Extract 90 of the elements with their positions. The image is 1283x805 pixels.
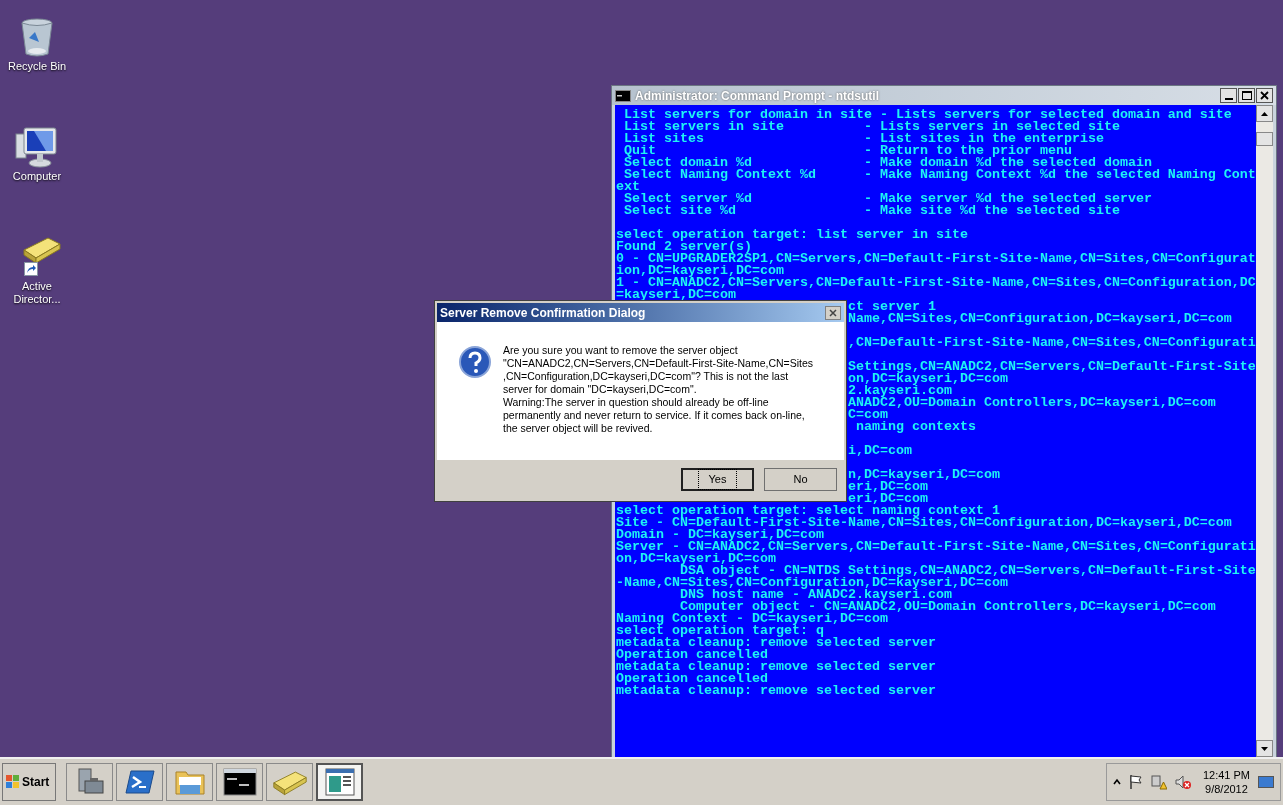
console-line: Domain - DC=kayseri,DC=com — [616, 529, 824, 541]
console-line: Operation cancelled — [616, 649, 768, 661]
console-line: -Name,CN=Sites,CN=Configuration,DC=kayseri,DC=com — [616, 577, 1008, 589]
maximize-button[interactable] — [1238, 88, 1255, 103]
window-icon — [324, 768, 355, 796]
console-line: Found 2 server(s) — [616, 241, 752, 253]
console-line: Select Naming Context %d - Make Naming Context %d the selected Naming Cont — [624, 169, 1256, 181]
minimize-button[interactable] — [1220, 88, 1237, 103]
terminal-prompt-icon — [124, 768, 155, 796]
question-icon — [459, 346, 491, 378]
console-line: 2.kayseri.com — [847, 385, 952, 397]
console-line: Name,CN=Sites,CN=Configuration,DC=kayseri,DC=com — [847, 313, 1232, 325]
console-line: ,CN=Default-First-Site-Name,CN=Sites,CN=Configurati — [847, 337, 1256, 349]
dialog-message: the server object will be revived. — [503, 422, 654, 435]
speaker-muted-icon[interactable] — [1174, 774, 1191, 790]
console-line: ct server 1 — [847, 301, 936, 313]
recycle-bin-icon — [19, 18, 55, 58]
scroll-up-icon — [1261, 111, 1268, 116]
dialog-message: ,CN=Configuration,DC=kayseri,DC=com"? This is not the last — [503, 370, 790, 383]
console-line: List servers for domain in site - Lists servers for selected domain and site — [623, 109, 1232, 121]
command-prompt-icon — [615, 89, 631, 102]
close-icon — [829, 308, 837, 317]
console-line: ion,DC=kayseri,DC=com — [616, 265, 784, 277]
console-line: Site - CN=Default-First-Site-Name,CN=Sites,CN=Configuration,DC=kayseri,DC=com — [616, 517, 1232, 529]
dialog-button[interactable]: Yes — [681, 468, 754, 491]
console-line: DNS host name - ANADC2.kayseri.com — [680, 589, 952, 601]
clock-date[interactable]: 9/8/2012 — [1205, 782, 1248, 796]
dialog-message: Warning:The server in question should already be off-line — [503, 396, 770, 409]
console-line: 1 - CN=ANADC2,CN=Servers,CN=Default-First-Site-Name,CN=Sites,CN=Configuration,DC — [616, 277, 1256, 289]
dialog-message: server for domain "DC=kayseri,DC=com". — [503, 383, 698, 396]
dialog-message: Are you sure you want to remove the server object — [503, 344, 739, 357]
scrollbar[interactable] — [1256, 105, 1273, 757]
scroll-thumb[interactable] — [1256, 132, 1273, 146]
scroll-down-icon — [1261, 746, 1268, 751]
chevron-up-icon[interactable] — [1112, 778, 1121, 786]
flag-icon[interactable] — [1128, 774, 1143, 790]
console-line: select operation target: list server in site — [616, 229, 968, 241]
minimize-icon — [1224, 98, 1233, 100]
close-button[interactable] — [1256, 88, 1273, 103]
console-line: Server - CN=ANADC2,CN=Servers,CN=Default-First-Site-Name,CN=Sites,CN=Configurati — [616, 541, 1256, 553]
console-line: on,DC=kayseri,DC=com — [847, 373, 1008, 385]
desktop-icon-label[interactable]: Computer — [5, 170, 69, 183]
desktop-icon-label[interactable]: Active Director... — [5, 280, 69, 306]
console-line: List sites - List sites in the enterprise — [623, 133, 1104, 145]
console-line: C=com — [847, 409, 888, 421]
console-line: =kayseri,DC=com — [616, 289, 736, 301]
network-warning-icon[interactable] — [1150, 774, 1167, 790]
console-line: Naming Context - DC=kayseri,DC=com — [616, 613, 888, 625]
window-title: Administrator: Command Prompt - ntdsutil — [635, 87, 880, 105]
console-line: Settings,CN=ANADC2,CN=Servers,CN=Default-First-Site — [847, 361, 1256, 373]
console-line: Operation cancelled — [616, 673, 768, 685]
console-line: Select domain %d - Make domain %d the selected domain — [623, 157, 1152, 169]
console-line: i,DC=com — [847, 445, 912, 457]
taskbar-button[interactable] — [216, 763, 263, 801]
console-line: Quit - Return to the prior menu — [623, 145, 1072, 157]
console-line: naming contexts — [854, 421, 976, 433]
clock-time[interactable]: 12:41 PM — [1202, 768, 1250, 782]
console-line: on,DC=kayseri,DC=com — [616, 553, 776, 565]
maximize-icon — [1241, 91, 1252, 100]
dialog-button[interactable]: No — [764, 468, 837, 491]
console-line: eri,DC=com — [847, 481, 928, 493]
taskbar-button[interactable] — [316, 763, 363, 801]
console-line: Computer object - CN=ANADC2,OU=Domain Controllers,DC=kayseri,DC=com — [680, 601, 1216, 613]
dialog-title: Server Remove Confirmation Dialog — [440, 304, 647, 322]
windows-logo-icon — [6, 775, 20, 789]
console-line: metadata cleanup: remove selected server — [616, 685, 936, 697]
console-line: eri,DC=com — [847, 493, 928, 505]
dialog-message: "CN=ANADC2,CN=Servers,CN=Default-First-Site-Name,CN=Sites — [503, 357, 814, 370]
console-line: ANADC2,OU=Domain Controllers,DC=kayseri,DC=com — [847, 397, 1216, 409]
computer-icon — [14, 126, 60, 168]
console-line: Select server %d - Make server %d the selected server — [623, 193, 1152, 205]
book-icon — [271, 768, 308, 796]
start-button[interactable]: Start — [2, 763, 56, 801]
console-line: List servers in site - Lists servers in selected site — [623, 121, 1120, 133]
desktop-icon-label[interactable]: Recycle Bin — [5, 60, 69, 73]
console-line: 0 - CN=UPGRADER2SP1,CN=Servers,CN=Default-First-Site-Name,CN=Sites,CN=Configurat — [616, 253, 1256, 265]
console-line: select operation target: select naming context 1 — [616, 505, 1000, 517]
dialog-message: permanently and never return to service. If it comes back on-line, — [503, 409, 806, 422]
close-button[interactable] — [825, 305, 841, 320]
console-line: n,DC=kayseri,DC=com — [847, 469, 1000, 481]
command-prompt-icon — [222, 768, 257, 796]
console-line: metadata cleanup: remove selected server — [616, 637, 936, 649]
taskbar-button[interactable] — [116, 763, 163, 801]
shortcut-arrow-icon — [24, 262, 38, 276]
console-line: DSA object - CN=NTDS Settings,CN=ANADC2,CN=Servers,CN=Default-First-Site — [680, 565, 1256, 577]
console-line: select operation target: q — [616, 625, 824, 637]
console-line: metadata cleanup: remove selected server — [616, 661, 936, 673]
console-line: ext — [616, 181, 640, 193]
close-icon — [1260, 91, 1269, 100]
console-line: Select site %d - Make site %d the selected site — [623, 205, 1120, 217]
